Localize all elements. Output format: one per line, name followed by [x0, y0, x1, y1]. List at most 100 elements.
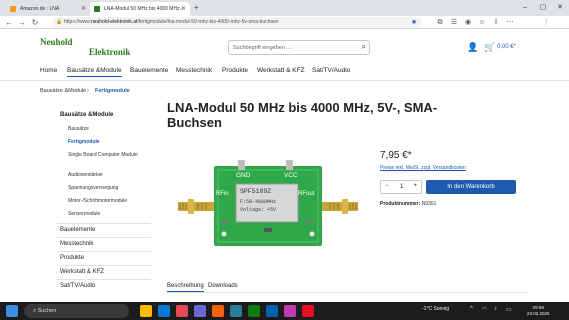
maximize-icon[interactable]: ▢ — [534, 0, 552, 16]
nav-item-messtechnik[interactable]: Messtechnik — [176, 67, 212, 74]
product-price: 7,95 €* — [380, 150, 412, 161]
close-icon[interactable]: ✕ — [81, 2, 86, 16]
nav-item-bausaetze[interactable]: Bausätze &Module — [67, 67, 122, 77]
sidebar-subitem-bausaetze[interactable]: Bausätze — [68, 126, 152, 133]
battery-icon[interactable]: ▭ — [506, 306, 512, 313]
product-number-value: N9351 — [421, 201, 437, 207]
nav-item-produkte[interactable]: Produkte — [222, 67, 248, 74]
downloads-icon[interactable]: ⇩ — [490, 16, 502, 29]
back-icon[interactable]: ← — [3, 16, 15, 29]
product-tabs: Beschreibung Downloads — [167, 283, 527, 293]
plus-icon[interactable]: + — [194, 2, 199, 14]
cart-total[interactable]: 0,00 €* — [497, 44, 516, 50]
tab-label: Amazon.de : LNA — [20, 6, 60, 12]
url-field[interactable]: 🔒 https://www.neuhold-elektronik.at/fert… — [52, 17, 422, 28]
taskbar-search[interactable]: ⌕ Suchen — [24, 304, 129, 318]
clock[interactable]: 09:59 23.02.2025 — [527, 305, 550, 317]
app-icon[interactable] — [194, 305, 206, 317]
label-rfin: RFin — [216, 191, 229, 197]
minus-icon[interactable]: − — [385, 183, 389, 189]
amazon-favicon-icon — [10, 6, 16, 12]
browser-tab-strip: Amazon.de : LNA ✕ LNA-Modul 50 MHz bis 4… — [0, 0, 569, 16]
mounting-hole — [221, 231, 227, 237]
quantity-value[interactable]: 1 — [400, 184, 403, 190]
clock-date: 23.02.2025 — [527, 311, 550, 316]
page-title: LNA-Modul 50 MHz bis 4000 MHz, 5V-, SMA-… — [167, 100, 438, 130]
smd-component — [222, 220, 228, 223]
chip-label-1: SPF5189Z — [240, 188, 271, 195]
cart-icon[interactable]: 🛒 — [484, 42, 495, 53]
file-explorer-icon[interactable] — [140, 305, 152, 317]
sidebar-item-bauelemente[interactable]: Bauelemente — [57, 223, 151, 236]
settings-icon[interactable]: ⋯ — [504, 16, 516, 29]
label-vcc: VCC — [284, 172, 298, 179]
nav-item-sat-tv-audio[interactable]: Sat/TV/Audio — [312, 67, 350, 74]
browser-tab-amazon[interactable]: Amazon.de : LNA ✕ — [6, 2, 90, 16]
sidebar-item-sat-tv-audio[interactable]: Sat/TV/Audio — [57, 279, 151, 292]
minimize-icon[interactable]: – — [516, 0, 534, 16]
divider — [0, 80, 569, 81]
browser-tab-active[interactable]: LNA-Modul 50 MHz bis 4000 MHz... ✕ — [90, 2, 190, 16]
collections-icon[interactable]: ☰ — [448, 16, 460, 29]
tab-downloads[interactable]: Downloads — [208, 283, 238, 289]
pin-vcc — [286, 160, 293, 170]
sma-nut-left — [188, 199, 194, 214]
nav-item-bauelemente[interactable]: Bauelemente — [130, 67, 168, 74]
main-nav: Home Bausätze &Module Bauelemente Messte… — [0, 67, 569, 79]
forward-icon[interactable]: → — [16, 16, 28, 29]
extensions-icon[interactable]: ⧉ — [434, 16, 446, 29]
chip-label-2: F:50-4000MHz — [240, 199, 276, 205]
user-icon[interactable]: 👤 — [467, 42, 478, 53]
nav-item-home[interactable]: Home — [40, 67, 57, 74]
close-icon[interactable]: ✕ — [181, 2, 186, 16]
product-image[interactable]: GND VCC RFin RFout SPF5189Z F:50-4000MHz… — [178, 158, 358, 253]
close-window-icon[interactable]: ✕ — [551, 0, 569, 16]
logo-line1[interactable]: Neuhold — [40, 37, 73, 47]
app-icon[interactable] — [284, 305, 296, 317]
sidebar-subitem-sensor[interactable]: Sensormodule — [68, 211, 152, 218]
weather-widget[interactable]: -1°C Sonnig — [422, 306, 449, 312]
network-icon[interactable]: ◠ — [482, 306, 487, 313]
sidebar-item-werkstatt[interactable]: Werkstatt & KFZ — [57, 265, 151, 278]
menu-icon[interactable]: ⋮ — [540, 16, 552, 29]
app-icon[interactable] — [302, 305, 314, 317]
edge-icon[interactable] — [158, 305, 170, 317]
account-icon[interactable]: ☺ — [476, 16, 488, 29]
sidebar-subitem-fertigmodule[interactable]: Fertigmodule — [68, 139, 152, 146]
tab-beschreibung[interactable]: Beschreibung — [167, 283, 204, 292]
volume-icon[interactable]: ♪ — [494, 306, 497, 312]
star-icon[interactable]: ★ — [408, 16, 420, 29]
sidebar-subitem-motor[interactable]: Motor-/Schrittmotormodule — [68, 198, 152, 205]
sma-body-right — [322, 202, 342, 211]
sidebar-subitem-spannung[interactable]: Spannungsversorgung — [68, 185, 152, 192]
windows-start-icon[interactable] — [6, 305, 18, 317]
profile-icon[interactable]: ◉ — [462, 16, 474, 29]
plus-icon[interactable]: + — [413, 183, 417, 189]
reload-icon[interactable]: ↻ — [29, 16, 41, 29]
taskbar-search-label: Suchen — [37, 308, 57, 314]
sma-nut-right — [342, 199, 348, 214]
add-to-cart-button[interactable]: In den Warenkorb — [426, 180, 516, 194]
sidebar-subitem-audio[interactable]: Audioverstärker — [68, 172, 152, 179]
chevron-up-icon[interactable]: ^ — [470, 306, 473, 312]
breadcrumb-parent[interactable]: Bausätze &Module — [40, 88, 86, 94]
app-icon[interactable] — [230, 305, 242, 317]
url-path: /fertigmodule/lna-modul-50-mhz-bis-4000-… — [137, 19, 279, 25]
label-rfout: RFout — [298, 191, 315, 197]
app-icon[interactable] — [176, 305, 188, 317]
app-icon[interactable] — [248, 305, 260, 317]
nav-item-werkstatt[interactable]: Werkstatt & KFZ — [257, 67, 305, 74]
search-icon[interactable]: ⌕ — [362, 42, 366, 52]
search-input[interactable] — [233, 42, 353, 53]
sidebar-subitem-sbc[interactable]: Single Board Computer Module — [68, 152, 152, 159]
quantity-stepper[interactable]: − 1 + — [380, 180, 422, 194]
breadcrumb-current[interactable]: Fertigmodule — [95, 88, 130, 94]
tax-note-link[interactable]: Preise inkl. MwSt. zzgl. Versandkosten — [380, 165, 466, 171]
sidebar-item-messtechnik[interactable]: Messtechnik — [57, 237, 151, 250]
url-host: neuhold-elektronik.at — [90, 19, 138, 25]
app-icon[interactable] — [266, 305, 278, 317]
sidebar-title[interactable]: Bausätze &Module — [60, 112, 113, 118]
app-icon[interactable] — [212, 305, 224, 317]
logo-line2[interactable]: Elektronik — [89, 47, 130, 57]
sidebar-item-produkte[interactable]: Produkte — [57, 251, 151, 264]
